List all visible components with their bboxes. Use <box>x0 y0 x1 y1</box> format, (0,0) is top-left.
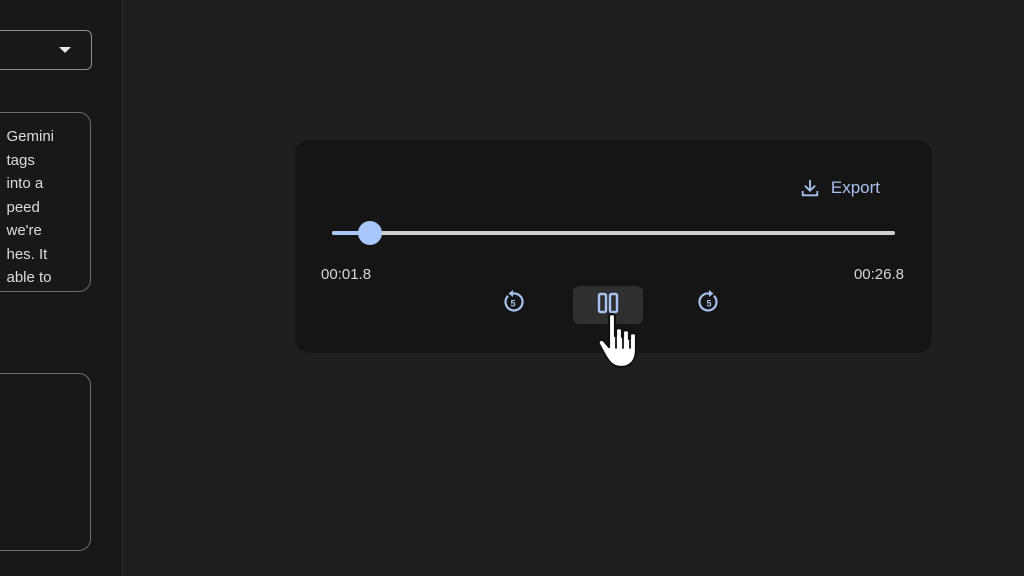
prompt-text-line: peed <box>6 198 40 216</box>
rewind-5-button[interactable]: 5 <box>498 289 528 319</box>
prompt-text-box[interactable]: Gemini tags into a peed we're hes. It able to <box>0 112 91 292</box>
output-text-box[interactable] <box>0 373 91 551</box>
audio-player: Export 00:01.8 00:26.8 5 5 <box>295 140 932 353</box>
prompt-text: Gemini tags into a peed we're hes. It able to <box>6 125 54 290</box>
export-button[interactable]: Export <box>799 176 880 200</box>
rewind-seconds: 5 <box>510 298 515 308</box>
total-time: 00:26.8 <box>853 266 904 283</box>
export-label: Export <box>830 178 880 197</box>
prompt-text-line: able to <box>6 269 52 286</box>
current-time: 00:01.8 <box>321 266 372 283</box>
model-dropdown[interactable] <box>0 30 92 70</box>
forward-5-button[interactable]: 5 <box>694 289 724 319</box>
prompt-text-line: Gemini <box>6 128 54 145</box>
pause-icon <box>596 292 620 319</box>
download-icon <box>799 177 821 199</box>
prompt-text-line: tags <box>6 151 35 169</box>
seek-bar[interactable] <box>332 221 895 245</box>
forward-seconds: 5 <box>706 298 711 308</box>
prompt-text-line: into a <box>6 175 44 192</box>
left-panel: Gemini tags into a peed we're hes. It able to <box>0 0 123 576</box>
replay-5-icon: 5 <box>499 288 527 321</box>
seek-bar-thumb[interactable] <box>358 221 383 245</box>
prompt-text-line: we're <box>6 222 42 239</box>
caret-down-icon <box>59 47 71 53</box>
app-window: Gemini tags into a peed we're hes. It able to … <box>0 0 1024 576</box>
prompt-text-line: hes. It <box>6 245 48 263</box>
pause-button[interactable] <box>573 286 643 324</box>
forward-5-icon: 5 <box>695 288 723 321</box>
